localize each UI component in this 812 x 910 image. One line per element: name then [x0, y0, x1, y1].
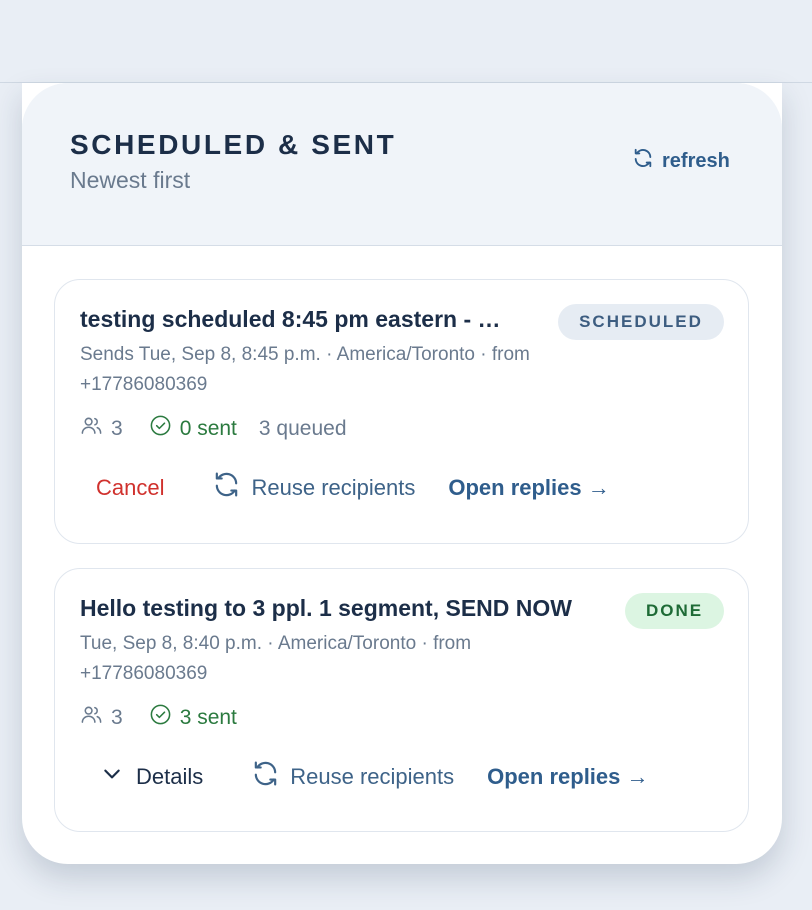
top-bar	[0, 0, 812, 83]
scheduled-sent-panel: SCHEDULED & SENT Newest first refresh te…	[22, 83, 782, 864]
chevron-down-icon	[102, 764, 122, 790]
check-circle-icon	[149, 703, 172, 732]
open-replies-link[interactable]: Open replies →	[487, 764, 648, 790]
reuse-recipients-label: Reuse recipients	[290, 763, 455, 789]
recipients-stat: 3	[80, 414, 123, 443]
people-icon	[80, 703, 103, 732]
panel-header: SCHEDULED & SENT Newest first refresh	[22, 83, 782, 246]
message-card: Hello testing to 3 ppl. 1 segment, SEND …	[54, 568, 749, 832]
message-stats: 3 0 sent 3 queued	[80, 414, 347, 443]
people-icon	[80, 414, 103, 443]
reuse-recipients-button[interactable]: Reuse recipients	[212, 470, 415, 505]
details-toggle[interactable]: Details	[102, 764, 203, 790]
message-meta: Sends Tue, Sep 8, 8:45 p.m. · America/To…	[80, 344, 530, 395]
message-meta: Tue, Sep 8, 8:40 p.m. · America/Toronto …	[80, 633, 472, 684]
recipients-count: 3	[111, 705, 123, 729]
message-stats: 3 3 sent	[80, 703, 259, 732]
message-actions: Details Reuse recipients Open replies →	[80, 759, 649, 794]
refresh-label: refresh	[662, 149, 730, 172]
reuse-recipients-button[interactable]: Reuse recipients	[251, 759, 454, 794]
sent-stat: 0 sent	[149, 414, 237, 443]
recipients-stat: 3	[80, 703, 123, 732]
details-label: Details	[136, 763, 204, 789]
sent-count: 0 sent	[179, 416, 237, 440]
sent-count: 3 sent	[179, 705, 237, 729]
recipients-count: 3	[111, 416, 123, 440]
message-title: testing scheduled 8:45 pm eastern - …	[80, 306, 501, 332]
reuse-recipients-label: Reuse recipients	[251, 474, 416, 500]
reuse-icon	[212, 470, 241, 505]
cancel-button[interactable]: Cancel	[96, 475, 164, 501]
panel-title: SCHEDULED & SENT	[70, 129, 397, 160]
queued-count: 3 queued	[258, 416, 347, 440]
open-replies-link[interactable]: Open replies →	[448, 475, 609, 501]
message-card: testing scheduled 8:45 pm eastern - … SC…	[54, 279, 749, 544]
check-circle-icon	[149, 414, 172, 443]
status-badge: SCHEDULED	[558, 304, 724, 340]
queued-stat: 3 queued	[259, 417, 347, 441]
status-badge: DONE	[625, 593, 724, 629]
refresh-button[interactable]: refresh	[632, 147, 730, 175]
message-title: Hello testing to 3 ppl. 1 segment, SEND …	[80, 595, 572, 621]
panel-subtitle: Newest first	[70, 167, 191, 193]
refresh-icon	[632, 147, 654, 175]
sent-stat: 3 sent	[149, 703, 237, 732]
message-actions: Cancel Reuse recipients Open replies →	[80, 470, 610, 505]
reuse-icon	[251, 759, 280, 794]
